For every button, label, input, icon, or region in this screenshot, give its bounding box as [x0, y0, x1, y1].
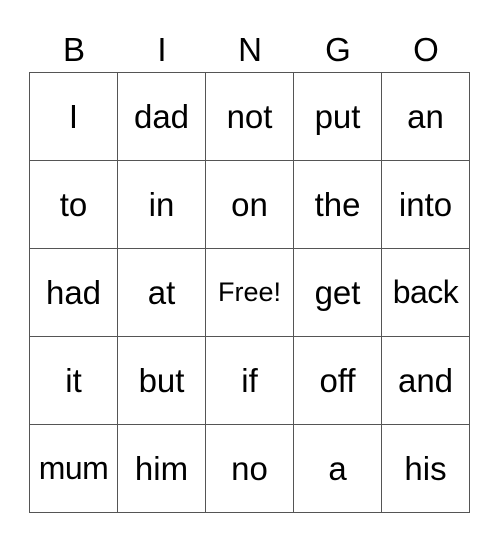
- card-cell[interactable]: a: [293, 424, 382, 513]
- free-space-cell[interactable]: Free!: [205, 248, 294, 337]
- card-cell[interactable]: I: [29, 72, 118, 161]
- card-cell[interactable]: put: [293, 72, 382, 161]
- card-cell[interactable]: but: [117, 336, 206, 425]
- bingo-card: I dad not put an to in on the into had a…: [29, 72, 470, 513]
- card-cell[interactable]: not: [205, 72, 294, 161]
- card-cell[interactable]: in: [117, 160, 206, 249]
- header-letter-i: I: [157, 31, 167, 68]
- card-cell[interactable]: to: [29, 160, 118, 249]
- header-letter-g: G: [325, 31, 351, 68]
- card-cell[interactable]: get: [293, 248, 382, 337]
- card-cell[interactable]: no: [205, 424, 294, 513]
- card-cell[interactable]: it: [29, 336, 118, 425]
- card-row: had at Free! get back: [29, 248, 470, 337]
- header-letter-b: B: [62, 31, 85, 68]
- card-row: it but if off and: [29, 336, 470, 425]
- card-cell[interactable]: if: [205, 336, 294, 425]
- card-cell[interactable]: his: [381, 424, 470, 513]
- card-cell[interactable]: at: [117, 248, 206, 337]
- card-cell[interactable]: him: [117, 424, 206, 513]
- bingo-header: B I N G O: [30, 28, 470, 72]
- card-cell[interactable]: the: [293, 160, 382, 249]
- card-cell[interactable]: off: [293, 336, 382, 425]
- card-cell[interactable]: an: [381, 72, 470, 161]
- card-row: mum him no a his: [29, 424, 470, 513]
- card-cell[interactable]: had: [29, 248, 118, 337]
- card-row: to in on the into: [29, 160, 470, 249]
- header-letter-n: N: [238, 31, 262, 68]
- card-cell[interactable]: into: [381, 160, 470, 249]
- card-cell[interactable]: mum: [29, 424, 118, 513]
- card-cell[interactable]: back: [381, 248, 470, 337]
- header-letter-o: O: [413, 31, 439, 68]
- card-cell[interactable]: dad: [117, 72, 206, 161]
- card-row: I dad not put an: [29, 72, 470, 161]
- card-cell[interactable]: on: [205, 160, 294, 249]
- card-cell[interactable]: and: [381, 336, 470, 425]
